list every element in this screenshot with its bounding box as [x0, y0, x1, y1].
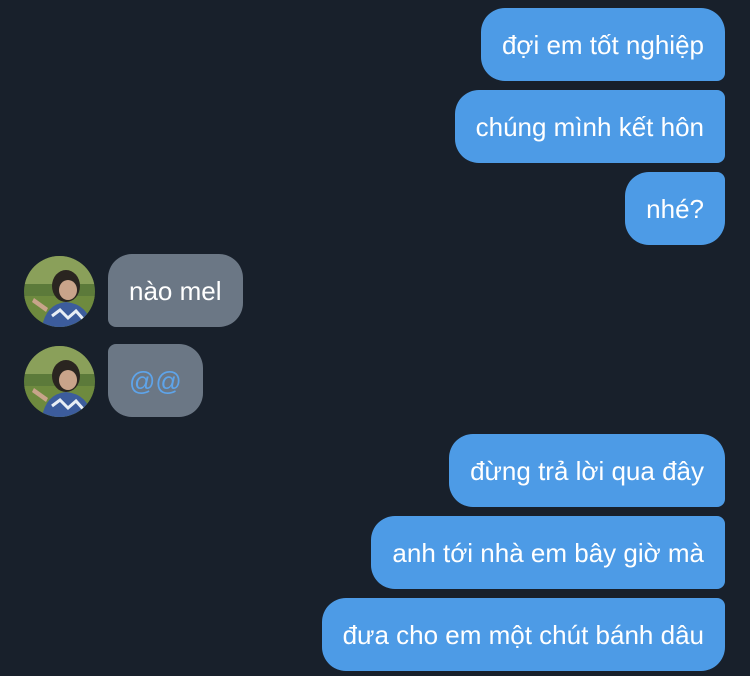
message-text: chúng mình kết hôn: [475, 112, 704, 142]
message-text: nào mel: [129, 276, 222, 306]
profile-photo-icon: [24, 346, 95, 417]
message-bubble-outgoing[interactable]: đừng trả lời qua đây: [449, 434, 725, 507]
message-bubble-outgoing[interactable]: đợi em tốt nghiệp: [480, 8, 725, 81]
message-text: nhé?: [646, 194, 704, 224]
contact-avatar[interactable]: [24, 256, 95, 327]
message-bubble-outgoing[interactable]: anh tới nhà em bây giờ mà: [371, 516, 725, 589]
message-bubble-outgoing[interactable]: đưa cho em một chút bánh dâu: [321, 598, 725, 671]
message-text: đưa cho em một chút bánh dâu: [342, 620, 704, 650]
message-text: đừng trả lời qua đây: [470, 456, 704, 486]
message-text: anh tới nhà em bây giờ mà: [392, 538, 704, 568]
contact-avatar[interactable]: [24, 346, 95, 417]
message-text[interactable]: @@: [129, 366, 182, 396]
message-bubble-outgoing[interactable]: chúng mình kết hôn: [454, 90, 725, 163]
profile-photo-icon: [24, 256, 95, 327]
message-bubble-incoming[interactable]: nào mel: [108, 254, 243, 327]
chat-thread: đợi em tốt nghiệp chúng mình kết hôn nhé…: [0, 0, 750, 676]
message-bubble-outgoing[interactable]: nhé?: [625, 172, 725, 245]
message-bubble-incoming[interactable]: @@: [108, 344, 203, 417]
message-text: đợi em tốt nghiệp: [501, 30, 704, 60]
